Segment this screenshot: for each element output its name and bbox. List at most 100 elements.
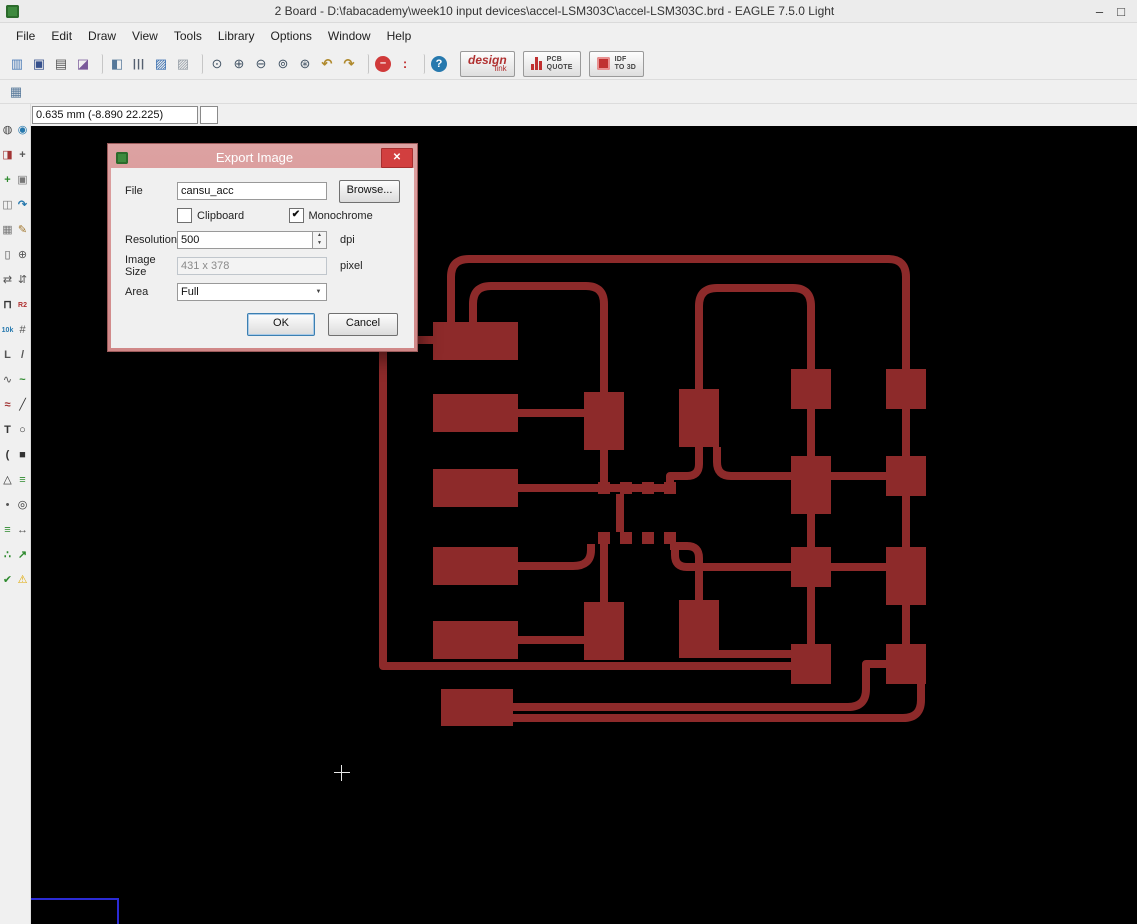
spinner-down-icon[interactable]: ▼ — [313, 240, 326, 248]
close-icon[interactable]: ✕ — [381, 147, 413, 168]
polygon-icon[interactable]: △ — [0, 468, 15, 493]
minimize-button[interactable]: – — [1096, 4, 1103, 19]
open-icon[interactable]: ▥ — [6, 53, 28, 75]
signal-icon[interactable]: • — [0, 493, 15, 518]
menu-item[interactable]: Window — [320, 26, 379, 46]
export-image-icon[interactable]: ◪ — [72, 53, 94, 75]
auto-route-icon[interactable]: ↗ — [15, 543, 30, 568]
ratsnest-icon[interactable]: ∴ — [0, 543, 15, 568]
idf-icon — [596, 57, 610, 70]
separator — [363, 53, 369, 74]
browse-button[interactable]: Browse... — [339, 179, 400, 203]
resolution-input[interactable] — [177, 231, 312, 249]
menu-item[interactable]: View — [124, 26, 166, 46]
board-frame-outline — [31, 898, 119, 924]
split-icon[interactable]: / — [15, 343, 30, 368]
cancel-button[interactable]: Cancel — [328, 313, 398, 336]
via-icon[interactable]: ≡ — [15, 468, 30, 493]
drc-icon[interactable]: ✔ — [0, 568, 15, 593]
design-link-button[interactable]: design link — [460, 50, 515, 77]
separator — [97, 53, 103, 74]
menu-item[interactable]: Options — [263, 26, 320, 46]
group-icon[interactable]: ▦ — [0, 218, 15, 243]
add-icon[interactable]: ⊕ — [15, 243, 30, 268]
layer-bars-icon[interactable]: ||| — [128, 53, 150, 75]
display-layers-icon[interactable]: ▨ — [150, 53, 172, 75]
copy-icon[interactable]: ▣ — [15, 168, 30, 193]
zoom-in-icon[interactable]: ⊕ — [228, 53, 250, 75]
window-title: 2 Board - D:\fabacademy\week10 input dev… — [274, 4, 835, 18]
file-input[interactable] — [177, 182, 327, 200]
monochrome-checkbox[interactable]: ✔ — [288, 208, 304, 223]
pinswap-icon[interactable]: ⇄ — [0, 268, 15, 293]
errors-icon[interactable]: ⚠ — [15, 568, 30, 593]
spinner-up-icon[interactable]: ▲ — [313, 232, 326, 240]
wire-icon[interactable]: ╱ — [15, 393, 30, 418]
print-icon[interactable]: ▤ — [50, 53, 72, 75]
command-box[interactable] — [200, 106, 218, 124]
idf-to-3d-button[interactable]: IDF TO 3D — [588, 50, 645, 77]
tool-palette: ◍ ◉ ◨ + + ▣ ◫ ↷ ▦ ✎ ▯ ⊕ ⇄ ⇵ ⊓ R2 10k # L… — [0, 104, 31, 924]
separator — [197, 53, 203, 74]
rect-icon[interactable]: ■ — [15, 443, 30, 468]
undo-icon[interactable]: ↶ — [316, 53, 338, 75]
lock-icon[interactable]: ⊓ — [0, 293, 15, 318]
text-icon[interactable]: T — [0, 418, 15, 443]
hole-icon[interactable]: ◎ — [15, 493, 30, 518]
main-toolbar: ▥ ▣ ▤ ◪ ◧ ||| ▨ ▨ ⊙ ⊕ ⊖ ⊚ ⊛ ↶ ↷ –: ? de… — [0, 48, 1137, 80]
info-icon[interactable]: ◍ — [0, 118, 15, 143]
area-dropdown[interactable]: Full ▼ — [177, 283, 327, 301]
pad-icon[interactable]: ≡ — [0, 518, 15, 543]
sheet-preview-icon[interactable]: ▨ — [172, 53, 194, 75]
menu-item[interactable]: Edit — [43, 26, 80, 46]
monochrome-label: Monochrome — [308, 209, 373, 222]
value-icon[interactable]: 10k — [0, 318, 15, 343]
ok-button[interactable]: OK — [247, 313, 315, 336]
dialog-title-bar[interactable]: Export Image ✕ — [111, 147, 414, 168]
eagle-window: 2 Board - D:\fabacademy\week10 input dev… — [0, 0, 1137, 924]
route-icon[interactable]: ~ — [15, 368, 30, 393]
optimize-icon[interactable]: ∿ — [0, 368, 15, 393]
grid-icon[interactable]: ▦ — [6, 83, 26, 101]
traffic-light-icon[interactable]: : — [394, 53, 416, 75]
show-icon[interactable]: ◉ — [15, 118, 30, 143]
zoom-out-icon[interactable]: ⊖ — [250, 53, 272, 75]
menu-item[interactable]: Help — [379, 26, 420, 46]
help-icon[interactable]: ? — [431, 55, 447, 72]
pcb-quote-button[interactable]: PCB QUOTE — [522, 50, 581, 77]
redo-icon[interactable]: ↷ — [338, 53, 360, 75]
secondary-toolbar: ▦ — [0, 80, 1137, 104]
zoom-redraw-icon[interactable]: ⊛ — [294, 53, 316, 75]
save-icon[interactable]: ▣ — [28, 53, 50, 75]
menu-item[interactable]: Tools — [166, 26, 210, 46]
clipboard-checkbox[interactable] — [177, 208, 192, 223]
coordinate-display: 0.635 mm (-8.890 22.225) — [32, 106, 198, 124]
arc-icon[interactable]: ( — [0, 443, 15, 468]
menu-item[interactable]: Draw — [80, 26, 124, 46]
display-icon[interactable]: ◨ — [0, 143, 15, 168]
app-icon — [6, 4, 19, 18]
mirror-icon[interactable]: ◫ — [0, 193, 15, 218]
menu-item[interactable]: File — [8, 26, 43, 46]
maximize-button[interactable]: □ — [1117, 4, 1125, 19]
dimension-icon[interactable]: ↔ — [15, 518, 30, 543]
menu-item[interactable]: Library — [210, 26, 263, 46]
ripup-icon[interactable]: ≈ — [0, 393, 15, 418]
zoom-fit-icon[interactable]: ⊙ — [206, 53, 228, 75]
image-size-label: Image Size — [125, 254, 156, 278]
resolution-stepper[interactable]: ▲ ▼ — [312, 231, 327, 249]
move-icon[interactable]: + — [0, 168, 15, 193]
rotate-icon[interactable]: ↷ — [15, 193, 30, 218]
smash-icon[interactable]: # — [15, 318, 30, 343]
name-icon[interactable]: R2 — [15, 293, 30, 318]
miter-icon[interactable]: L — [0, 343, 15, 368]
replace-icon[interactable]: ⇵ — [15, 268, 30, 293]
zoom-select-icon[interactable]: ⊚ — [272, 53, 294, 75]
stop-icon[interactable]: – — [375, 55, 391, 72]
delete-icon[interactable]: ▯ — [0, 243, 15, 268]
change-icon[interactable]: ✎ — [15, 218, 30, 243]
clipboard-label: Clipboard — [197, 209, 245, 222]
mark-icon[interactable]: + — [15, 143, 30, 168]
load-layers-icon[interactable]: ◧ — [106, 53, 128, 75]
circle-icon[interactable]: ○ — [15, 418, 30, 443]
